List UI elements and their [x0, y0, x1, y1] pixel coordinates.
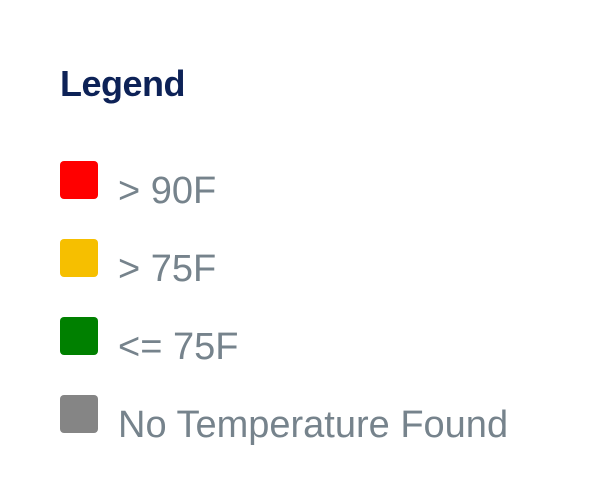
- legend-item-label: > 75F: [118, 248, 217, 290]
- legend-item-label: No Temperature Found: [118, 404, 509, 446]
- legend-title: Legend: [60, 63, 186, 104]
- legend-panel: Legend > 90F > 75F <= 75F No Temperature…: [60, 62, 508, 446]
- legend-item-over-75f: > 75F: [60, 226, 508, 304]
- legend-item-at-most-75f: <= 75F: [60, 304, 508, 382]
- legend-item-label: <= 75F: [118, 326, 239, 368]
- legend-list: > 90F > 75F <= 75F No Temperature Found: [60, 148, 508, 460]
- legend-item-over-90f: > 90F: [60, 148, 508, 226]
- gray-swatch: [60, 395, 98, 433]
- red-swatch: [60, 161, 98, 199]
- legend-item-no-temperature: No Temperature Found: [60, 382, 508, 460]
- green-swatch: [60, 317, 98, 355]
- yellow-swatch: [60, 239, 98, 277]
- legend-item-label: > 90F: [118, 170, 217, 212]
